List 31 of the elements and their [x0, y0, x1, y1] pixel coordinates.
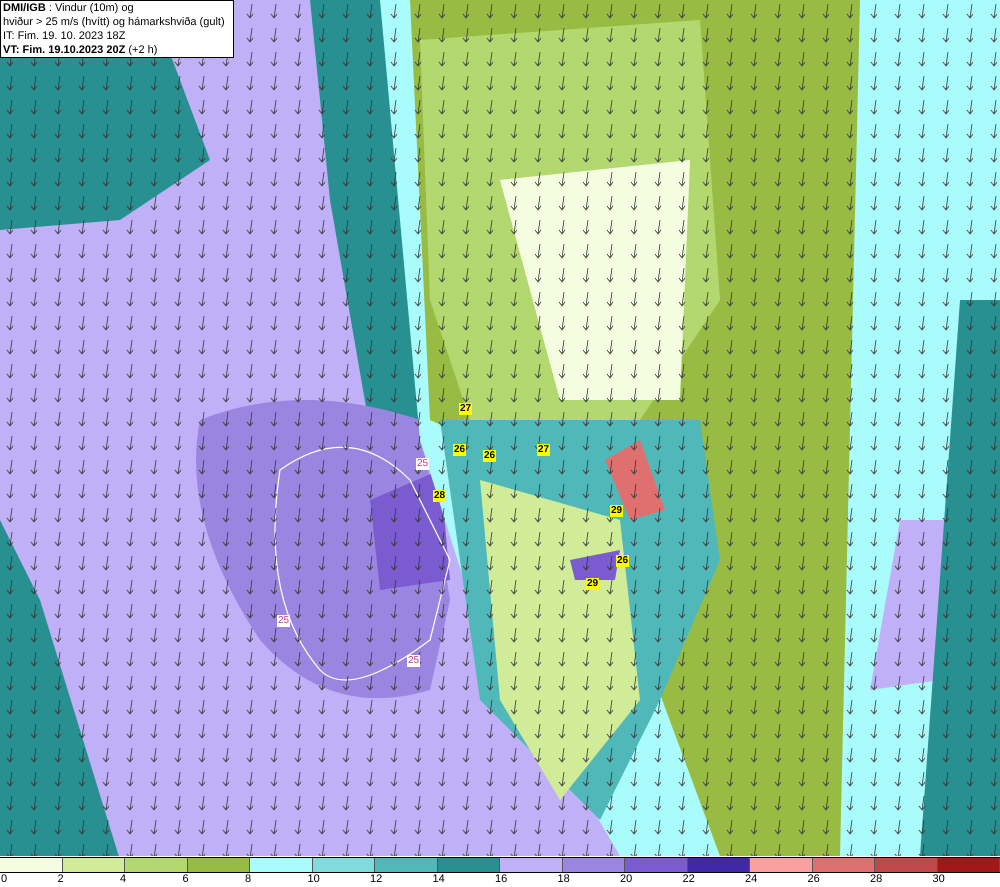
- legend-tick-label: 14: [432, 873, 445, 886]
- legend-tick-label: 12: [370, 873, 382, 886]
- legend-tick-label: 0: [1, 873, 8, 886]
- legend-tick-label: 4: [120, 873, 126, 886]
- title-line: VT: Fim. 19.10.2023 20Z (+2 h): [3, 43, 158, 57]
- max-gust-label: 26: [483, 450, 496, 462]
- gust-contour-label: 25: [416, 458, 430, 470]
- legend-tick-label: 10: [308, 873, 320, 886]
- title-line: DMI/IGB : Vindur (10m) og: [3, 1, 135, 15]
- max-gust-label: 27: [537, 444, 550, 456]
- max-gust-label: 29: [586, 578, 600, 590]
- legend-tick-label: 30: [932, 873, 945, 886]
- legend-tick-label: 8: [245, 873, 252, 886]
- gust-contour-label: 25: [277, 615, 290, 627]
- title-line: IT: Fim. 19. 10. 2023 18Z: [3, 29, 126, 43]
- legend-tick-label: 22: [682, 873, 695, 886]
- legend-tick-label: 18: [558, 873, 570, 886]
- legend-tick-label: 28: [870, 873, 882, 886]
- legend-tick-label: 6: [182, 873, 189, 886]
- max-gust-label: 27: [459, 403, 472, 415]
- legend-tick-label: 16: [495, 873, 508, 886]
- legend-tick-label: 20: [620, 873, 632, 886]
- gust-contour-label: 25: [407, 655, 420, 667]
- legend-tick-label: 26: [808, 873, 820, 886]
- legend-tick-label: 24: [745, 873, 758, 886]
- max-gust-label: 28: [433, 490, 446, 502]
- title-line: hviður > 25 m/s (hvítt) og hámarkshviða (gult): [3, 15, 225, 29]
- max-gust-label: 26: [616, 555, 630, 567]
- legend-tick-label: 2: [58, 873, 64, 886]
- max-gust-label: 29: [610, 505, 624, 517]
- max-gust-label: 26: [453, 444, 466, 456]
